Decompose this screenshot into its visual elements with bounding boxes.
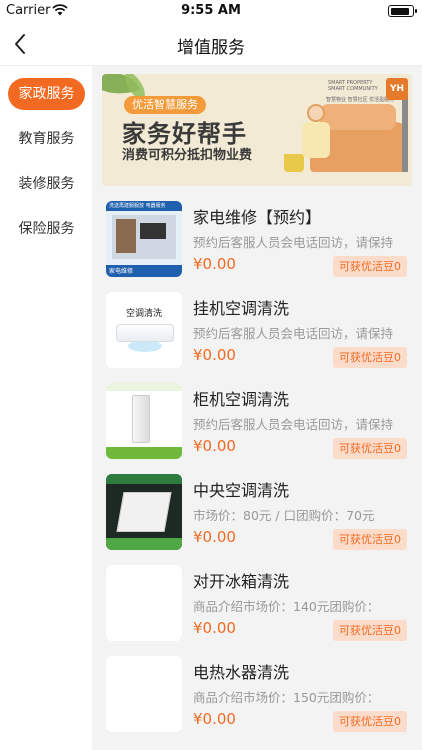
thumbnail-label: 空调清洗 [125, 309, 162, 319]
banner-tag: 优活智慧服务 [124, 96, 206, 114]
cleaner-illustration [302, 122, 330, 158]
thumbnail-footer-text: 家电维修 [109, 268, 134, 275]
air-conditioner-illustration [116, 324, 174, 342]
cleaner-head-illustration [307, 104, 325, 122]
service-description: 预约后客服人员会电话回访，请保持 [193, 235, 394, 250]
list-item[interactable]: 电热水器清洗 商品介绍市场价：150元团购价： ¥0.00 可获优活豆0 [92, 649, 422, 740]
service-name: 柜机空调清洗 [193, 390, 290, 409]
points-badge: 可获优活豆0 [333, 529, 407, 550]
service-description: 预约后客服人员会电话回访，请保持 [193, 417, 394, 432]
service-price: ¥0.00 [193, 710, 236, 728]
service-name: 挂机空调清洗 [193, 299, 290, 318]
service-thumbnail [106, 474, 182, 550]
battery-icon [388, 5, 417, 17]
sidebar-item-housekeeping[interactable]: 家政服务 [8, 78, 85, 110]
status-time: 9:55 AM [181, 3, 241, 18]
service-description: 预约后客服人员会电话回访，请保持 [193, 326, 394, 341]
thumbnail-footer [106, 447, 182, 459]
status-bar: Carrier 9:55 AM [0, 0, 422, 22]
sidebar-item-renovation[interactable]: 装修服务 [8, 168, 85, 200]
service-thumbnail [106, 656, 182, 732]
list-item[interactable]: 柜机空调清洗 预约后客服人员会电话回访，请保持 ¥0.00 可获优活豆0 [92, 376, 422, 467]
list-item[interactable]: 洗送再建服服放 电器服务 家电维修 家电维修【预约】 预约后客服人员会电话回访，… [92, 194, 422, 285]
points-badge: 可获优活豆0 [333, 620, 407, 641]
central-ac-illustration [116, 492, 172, 532]
service-thumbnail: 洗送再建服服放 电器服务 家电维修 [106, 201, 182, 277]
sidebar-item-education[interactable]: 教育服务 [8, 123, 85, 155]
service-name: 电热水器清洗 [193, 663, 290, 682]
banner-logo-text-cn: 智慧物业 智慧社区 优活盈服务 [326, 97, 395, 103]
service-thumbnail [106, 383, 182, 459]
service-price: ¥0.00 [193, 528, 236, 546]
tv-illustration [140, 223, 166, 239]
sidebar-item-insurance[interactable]: 保险服务 [8, 213, 85, 245]
banner-logo-text: SMART PROPERTY SMART COMMUNITY [328, 80, 378, 92]
thumbnail-header-text: 洗送再建服服放 电器服务 [109, 203, 166, 209]
shelf-illustration [116, 219, 136, 253]
service-description: 商品介绍市场价：150元团购价： [193, 690, 380, 705]
points-badge: 可获优活豆0 [333, 347, 407, 368]
bucket-illustration [284, 154, 304, 172]
battery-level [390, 7, 409, 15]
service-name: 中央空调清洗 [193, 481, 290, 500]
brand-logo: YH [386, 78, 408, 100]
page-title: 增值服务 [177, 38, 245, 58]
list-item[interactable]: 中央空调清洗 市场价：80元 / 口团购价：70元 ¥0.00 可获优活豆0 [92, 467, 422, 558]
service-price: ¥0.00 [193, 255, 236, 273]
service-description: 商品介绍市场价：140元团购价： [193, 599, 380, 614]
thumbnail-footer [106, 538, 182, 550]
list-item[interactable]: 对开冰箱清洗 商品介绍市场价：140元团购价： ¥0.00 可获优活豆0 [92, 558, 422, 649]
thumbnail-header [106, 383, 182, 391]
lamp-illustration [402, 92, 408, 172]
service-content: 优活智慧服务 家务好帮手 消费可积分抵扣物业费 SMART PROPERTY S… [92, 66, 422, 750]
service-name: 家电维修【预约】 [193, 208, 322, 227]
category-sidebar: 家政服务 教育服务 装修服务 保险服务 [0, 66, 92, 750]
service-name: 对开冰箱清洗 [193, 572, 290, 591]
thumbnail-header [106, 474, 182, 484]
navigation-bar: 增值服务 [0, 22, 422, 66]
service-thumbnail [106, 565, 182, 641]
points-badge: 可获优活豆0 [333, 438, 407, 459]
points-badge: 可获优活豆0 [333, 256, 407, 277]
banner-subtitle: 消费可积分抵扣物业费 [122, 148, 253, 163]
points-badge: 可获优活豆0 [333, 711, 407, 732]
service-thumbnail: 空调清洗 [106, 292, 182, 368]
list-item[interactable]: 空调清洗 挂机空调清洗 预约后客服人员会电话回访，请保持 ¥0.00 可获优活豆… [92, 285, 422, 376]
service-price: ¥0.00 [193, 437, 236, 455]
promo-banner[interactable]: 优活智慧服务 家务好帮手 消费可积分抵扣物业费 SMART PROPERTY S… [102, 74, 412, 186]
cabinet-ac-illustration [132, 395, 150, 443]
service-description: 市场价：80元 / 口团购价：70元 [193, 508, 375, 523]
service-price: ¥0.00 [193, 346, 236, 364]
service-price: ¥0.00 [193, 619, 236, 637]
